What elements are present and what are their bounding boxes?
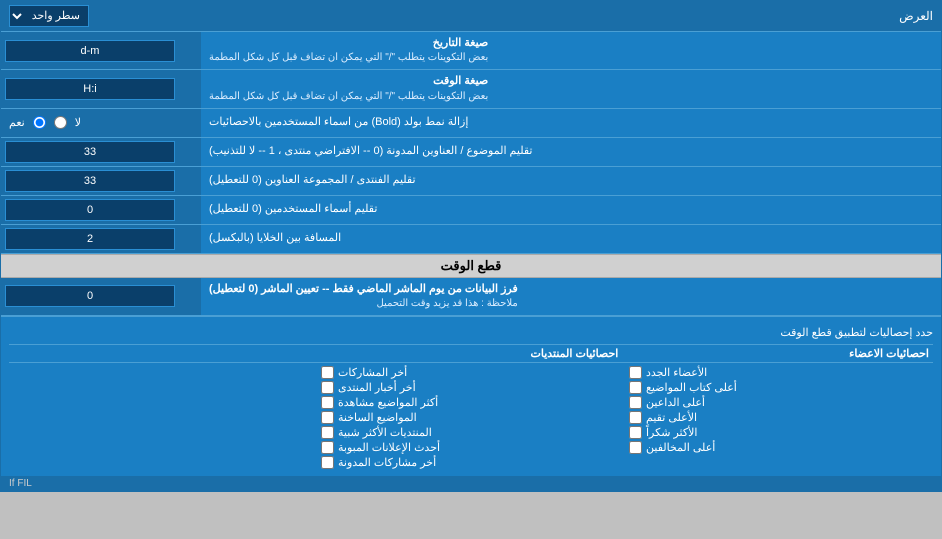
checkbox-c2-5-label: أعلى المخالفين [646,441,715,454]
checkbox-c2-4[interactable] [629,426,642,439]
bold-remove-row: إزالة نمط بولد (Bold) من اسماء المستخدمي… [1,109,941,138]
checkboxes-header: حدد إحصاليات لتطبيق قطع الوقت [9,321,933,345]
checkboxes-header-label: حدد إحصاليات لتطبيق قطع الوقت [9,326,933,339]
date-format-label: صيغة التاريخ بعض التكوينات يتطلب "/" الت… [201,32,941,69]
checkbox-col-2: الأعضاء الجدد أعلى كتاب المواضيع أعلى ال… [625,363,933,472]
checkbox-c1-5[interactable] [321,441,334,454]
date-format-input[interactable] [5,40,175,62]
checkbox-col-1: أخر المشاركات أخر أخبار المنتدى أكثر الم… [317,363,625,472]
checkbox-col-3 [9,363,317,472]
checkbox-c2-3[interactable] [629,411,642,424]
checkbox-c1-6[interactable] [321,456,334,469]
top-label: العرض [899,9,933,23]
checkbox-c2-2[interactable] [629,396,642,409]
checkbox-c2-0-label: الأعضاء الجدد [646,366,707,379]
checkbox-row-c1-1: أخر أخبار المنتدى [321,380,621,395]
checkbox-c1-3-label: المواضيع الساخنة [338,411,417,424]
cell-spacing-input-cell [1,225,201,253]
checkbox-c2-2-label: أعلى الداعين [646,396,705,409]
checkbox-c1-6-label: أخر مشاركات المدونة [338,456,436,469]
checkbox-row-c1-6: أخر مشاركات المدونة [321,455,621,470]
forum-title-input-cell [1,138,201,166]
date-format-row: صيغة التاريخ بعض التكوينات يتطلب "/" الت… [1,32,941,70]
user-names-label: تقليم أسماء المستخدمين (0 للتعطيل) [201,196,941,224]
checkbox-row-c1-5: أحدث الإعلانات المبوبة [321,440,621,455]
bold-remove-label: إزالة نمط بولد (Bold) من اسماء المستخدمي… [201,109,941,137]
cell-spacing-input[interactable] [5,228,175,250]
col2-title: احصائيات الاعضاء [622,347,933,360]
forum-group-row: تقليم الفنتدى / المجموعة العناوين (0 للت… [1,167,941,196]
checkbox-c1-0[interactable] [321,366,334,379]
checkbox-c2-4-label: الأكثر شكراً [646,426,697,439]
radio-no-label: لا [75,116,81,129]
radio-no[interactable] [54,116,67,129]
realtime-input-cell [1,282,201,310]
checkbox-c1-1[interactable] [321,381,334,394]
cell-spacing-label: المسافة بين الخلايا (بالبكسل) [201,225,941,253]
display-select[interactable]: سطر واحدسطرينثلاثة أسطر [9,5,89,27]
checkbox-c2-0[interactable] [629,366,642,379]
checkbox-c2-1-label: أعلى كتاب المواضيع [646,381,737,394]
checkbox-row-c2-5: أعلى المخالفين [629,440,929,455]
time-format-input-cell [1,75,201,103]
checkbox-row-c2-2: أعلى الداعين [629,395,929,410]
forum-group-label: تقليم الفنتدى / المجموعة العناوين (0 للت… [201,167,941,195]
checkbox-row-c2-1: أعلى كتاب المواضيع [629,380,929,395]
checkbox-c1-1-label: أخر أخبار المنتدى [338,381,416,394]
radio-yes-label: نعم [9,116,25,129]
checkbox-c2-1[interactable] [629,381,642,394]
main-container: العرض سطر واحدسطرينثلاثة أسطر صيغة التار… [0,0,942,492]
checkbox-c1-2[interactable] [321,396,334,409]
checkbox-row-c2-0: الأعضاء الجدد [629,365,929,380]
time-format-input[interactable] [5,78,175,100]
checkbox-c2-5[interactable] [629,441,642,454]
checkbox-c1-4-label: المنتديات الأكثر شبية [338,426,432,439]
checkbox-c1-4[interactable] [321,426,334,439]
forum-title-row: تقليم الموضوع / العناوين المدونة (0 -- ا… [1,138,941,167]
checkboxes-section: حدد إحصاليات لتطبيق قطع الوقت احصائيات ا… [1,316,941,476]
realtime-label: فرز البيانات من يوم الماشر الماضي فقط --… [201,278,941,315]
checkboxes-columns: الأعضاء الجدد أعلى كتاب المواضيع أعلى ال… [9,363,933,472]
checkbox-row-c1-2: أكثر المواضيع مشاهدة [321,395,621,410]
date-format-input-cell [1,37,201,65]
forum-group-input-cell [1,167,201,195]
radio-yes[interactable] [33,116,46,129]
checkbox-row-c2-4: الأكثر شكراً [629,425,929,440]
checkbox-c2-3-label: الأعلى تقيم [646,411,697,424]
col3-spacer [9,347,312,360]
user-names-input-cell [1,196,201,224]
checkbox-row-c1-3: المواضيع الساخنة [321,410,621,425]
bold-remove-radio-cell: لا نعم [1,109,201,137]
user-names-row: تقليم أسماء المستخدمين (0 للتعطيل) [1,196,941,225]
checkbox-c1-5-label: أحدث الإعلانات المبوبة [338,441,440,454]
realtime-row: فرز البيانات من يوم الماشر الماضي فقط --… [1,278,941,316]
realtime-input[interactable] [5,285,175,307]
checkbox-row-c1-0: أخر المشاركات [321,365,621,380]
time-format-label: صيغة الوقت بعض التكوينات يتطلب "/" التي … [201,70,941,107]
cell-spacing-row: المسافة بين الخلايا (بالبكسل) [1,225,941,254]
forum-group-input[interactable] [5,170,175,192]
checkbox-row-c1-4: المنتديات الأكثر شبية [321,425,621,440]
checkbox-c1-3[interactable] [321,411,334,424]
forum-title-label: تقليم الموضوع / العناوين المدونة (0 -- ا… [201,138,941,166]
time-format-row: صيغة الوقت بعض التكوينات يتطلب "/" التي … [1,70,941,108]
realtime-section-title: قطع الوقت [1,254,941,278]
checkbox-row-c2-3: الأعلى تقيم [629,410,929,425]
col1-title: احصائيات المنتديات [312,347,623,360]
checkbox-c1-0-label: أخر المشاركات [338,366,407,379]
checkboxes-col-titles: احصائيات الاعضاء احصائيات المنتديات [9,345,933,363]
footer-text: If FIL [1,476,941,491]
forum-title-input[interactable] [5,141,175,163]
checkbox-c1-2-label: أكثر المواضيع مشاهدة [338,396,438,409]
top-row: العرض سطر واحدسطرينثلاثة أسطر [1,1,941,32]
user-names-input[interactable] [5,199,175,221]
